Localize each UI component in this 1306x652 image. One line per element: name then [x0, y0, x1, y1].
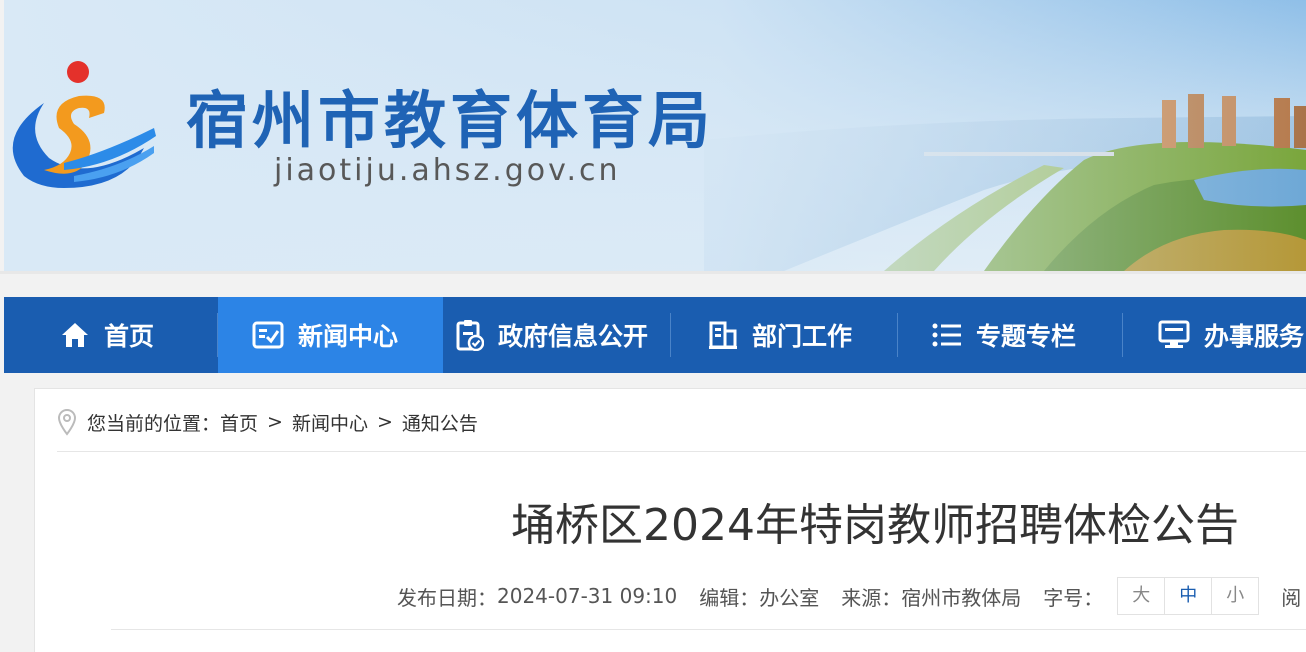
font-size-large-button[interactable]: 大 [1118, 578, 1166, 614]
nav-divider [1122, 313, 1123, 357]
breadcrumb-divider [57, 451, 1306, 452]
article-meta: 发布日期： 2024-07-31 09:10 编辑： 办公室 来源： 宿州市教体… [397, 577, 1301, 615]
breadcrumb-news-center[interactable]: 新闻中心 [292, 409, 368, 436]
news-icon [252, 321, 284, 349]
breadcrumb-home[interactable]: 首页 [220, 409, 258, 436]
nav-item-label: 新闻中心 [298, 322, 399, 351]
read-count-label: 阅 [1281, 585, 1302, 610]
nav-item-label: 政府信息公开 [498, 322, 649, 351]
site-domain: jiaotiju.ahsz.gov.cn [274, 153, 621, 188]
nav-divider [897, 313, 898, 357]
location-pin-icon [57, 408, 77, 436]
article-card: 您当前的位置： 首页 > 新闻中心 > 通知公告 埇桥区2024年特岗教师招聘体… [34, 388, 1306, 652]
nav-item-news[interactable]: 新闻中心 [218, 297, 443, 373]
breadcrumb: 您当前的位置： 首页 > 新闻中心 > 通知公告 [57, 407, 478, 437]
source-value: 宿州市教体局 [901, 585, 1022, 610]
nav-item-services[interactable]: 办事服务 [1158, 297, 1304, 373]
nav-item-label: 办事服务 [1204, 322, 1305, 351]
font-size-label: 字号： [1043, 585, 1104, 610]
article-title: 埇桥区2024年特岗教师招聘体检公告 [511, 500, 1239, 551]
meta-divider [111, 629, 1306, 630]
monitor-icon [1158, 320, 1190, 348]
main-nav: 首页 新闻中心 政府信息公开 部门工作 专题专栏 办事服务 [4, 297, 1306, 373]
publish-date-value: 2024-07-31 09:10 [497, 584, 678, 608]
publish-date-label: 发布日期： [397, 585, 497, 610]
font-size-medium-button[interactable]: 中 [1165, 578, 1213, 614]
nav-item-topics[interactable]: 专题专栏 [932, 297, 1076, 373]
building-icon [709, 321, 737, 349]
header-banner: 宿州市教育体育局 jiaotiju.ahsz.gov.cn [4, 0, 1306, 271]
clipboard-check-icon [456, 320, 484, 351]
source-label: 来源： [841, 585, 902, 610]
nav-item-label: 部门工作 [752, 322, 853, 351]
editor-value: 办公室 [759, 585, 820, 610]
nav-item-label: 专题专栏 [976, 322, 1077, 351]
list-icon [932, 323, 961, 347]
nav-item-home[interactable]: 首页 [60, 297, 154, 373]
nav-item-gov-info[interactable]: 政府信息公开 [456, 297, 648, 373]
nav-divider [670, 313, 671, 357]
breadcrumb-prefix: 您当前的位置： [87, 412, 221, 435]
breadcrumb-notices[interactable]: 通知公告 [402, 409, 478, 436]
site-title: 宿州市教育体育局 [186, 84, 715, 157]
nav-item-department[interactable]: 部门工作 [708, 297, 852, 373]
nav-item-label: 首页 [104, 322, 155, 351]
breadcrumb-separator: > [376, 411, 393, 433]
bureau-logo-icon [12, 61, 156, 188]
home-icon [62, 323, 88, 347]
banner-divider [0, 271, 1306, 274]
editor-label: 编辑： [699, 585, 760, 610]
font-size-switcher: 大 中 小 [1117, 577, 1260, 615]
font-size-small-button[interactable]: 小 [1212, 578, 1258, 614]
breadcrumb-separator: > [267, 411, 283, 433]
